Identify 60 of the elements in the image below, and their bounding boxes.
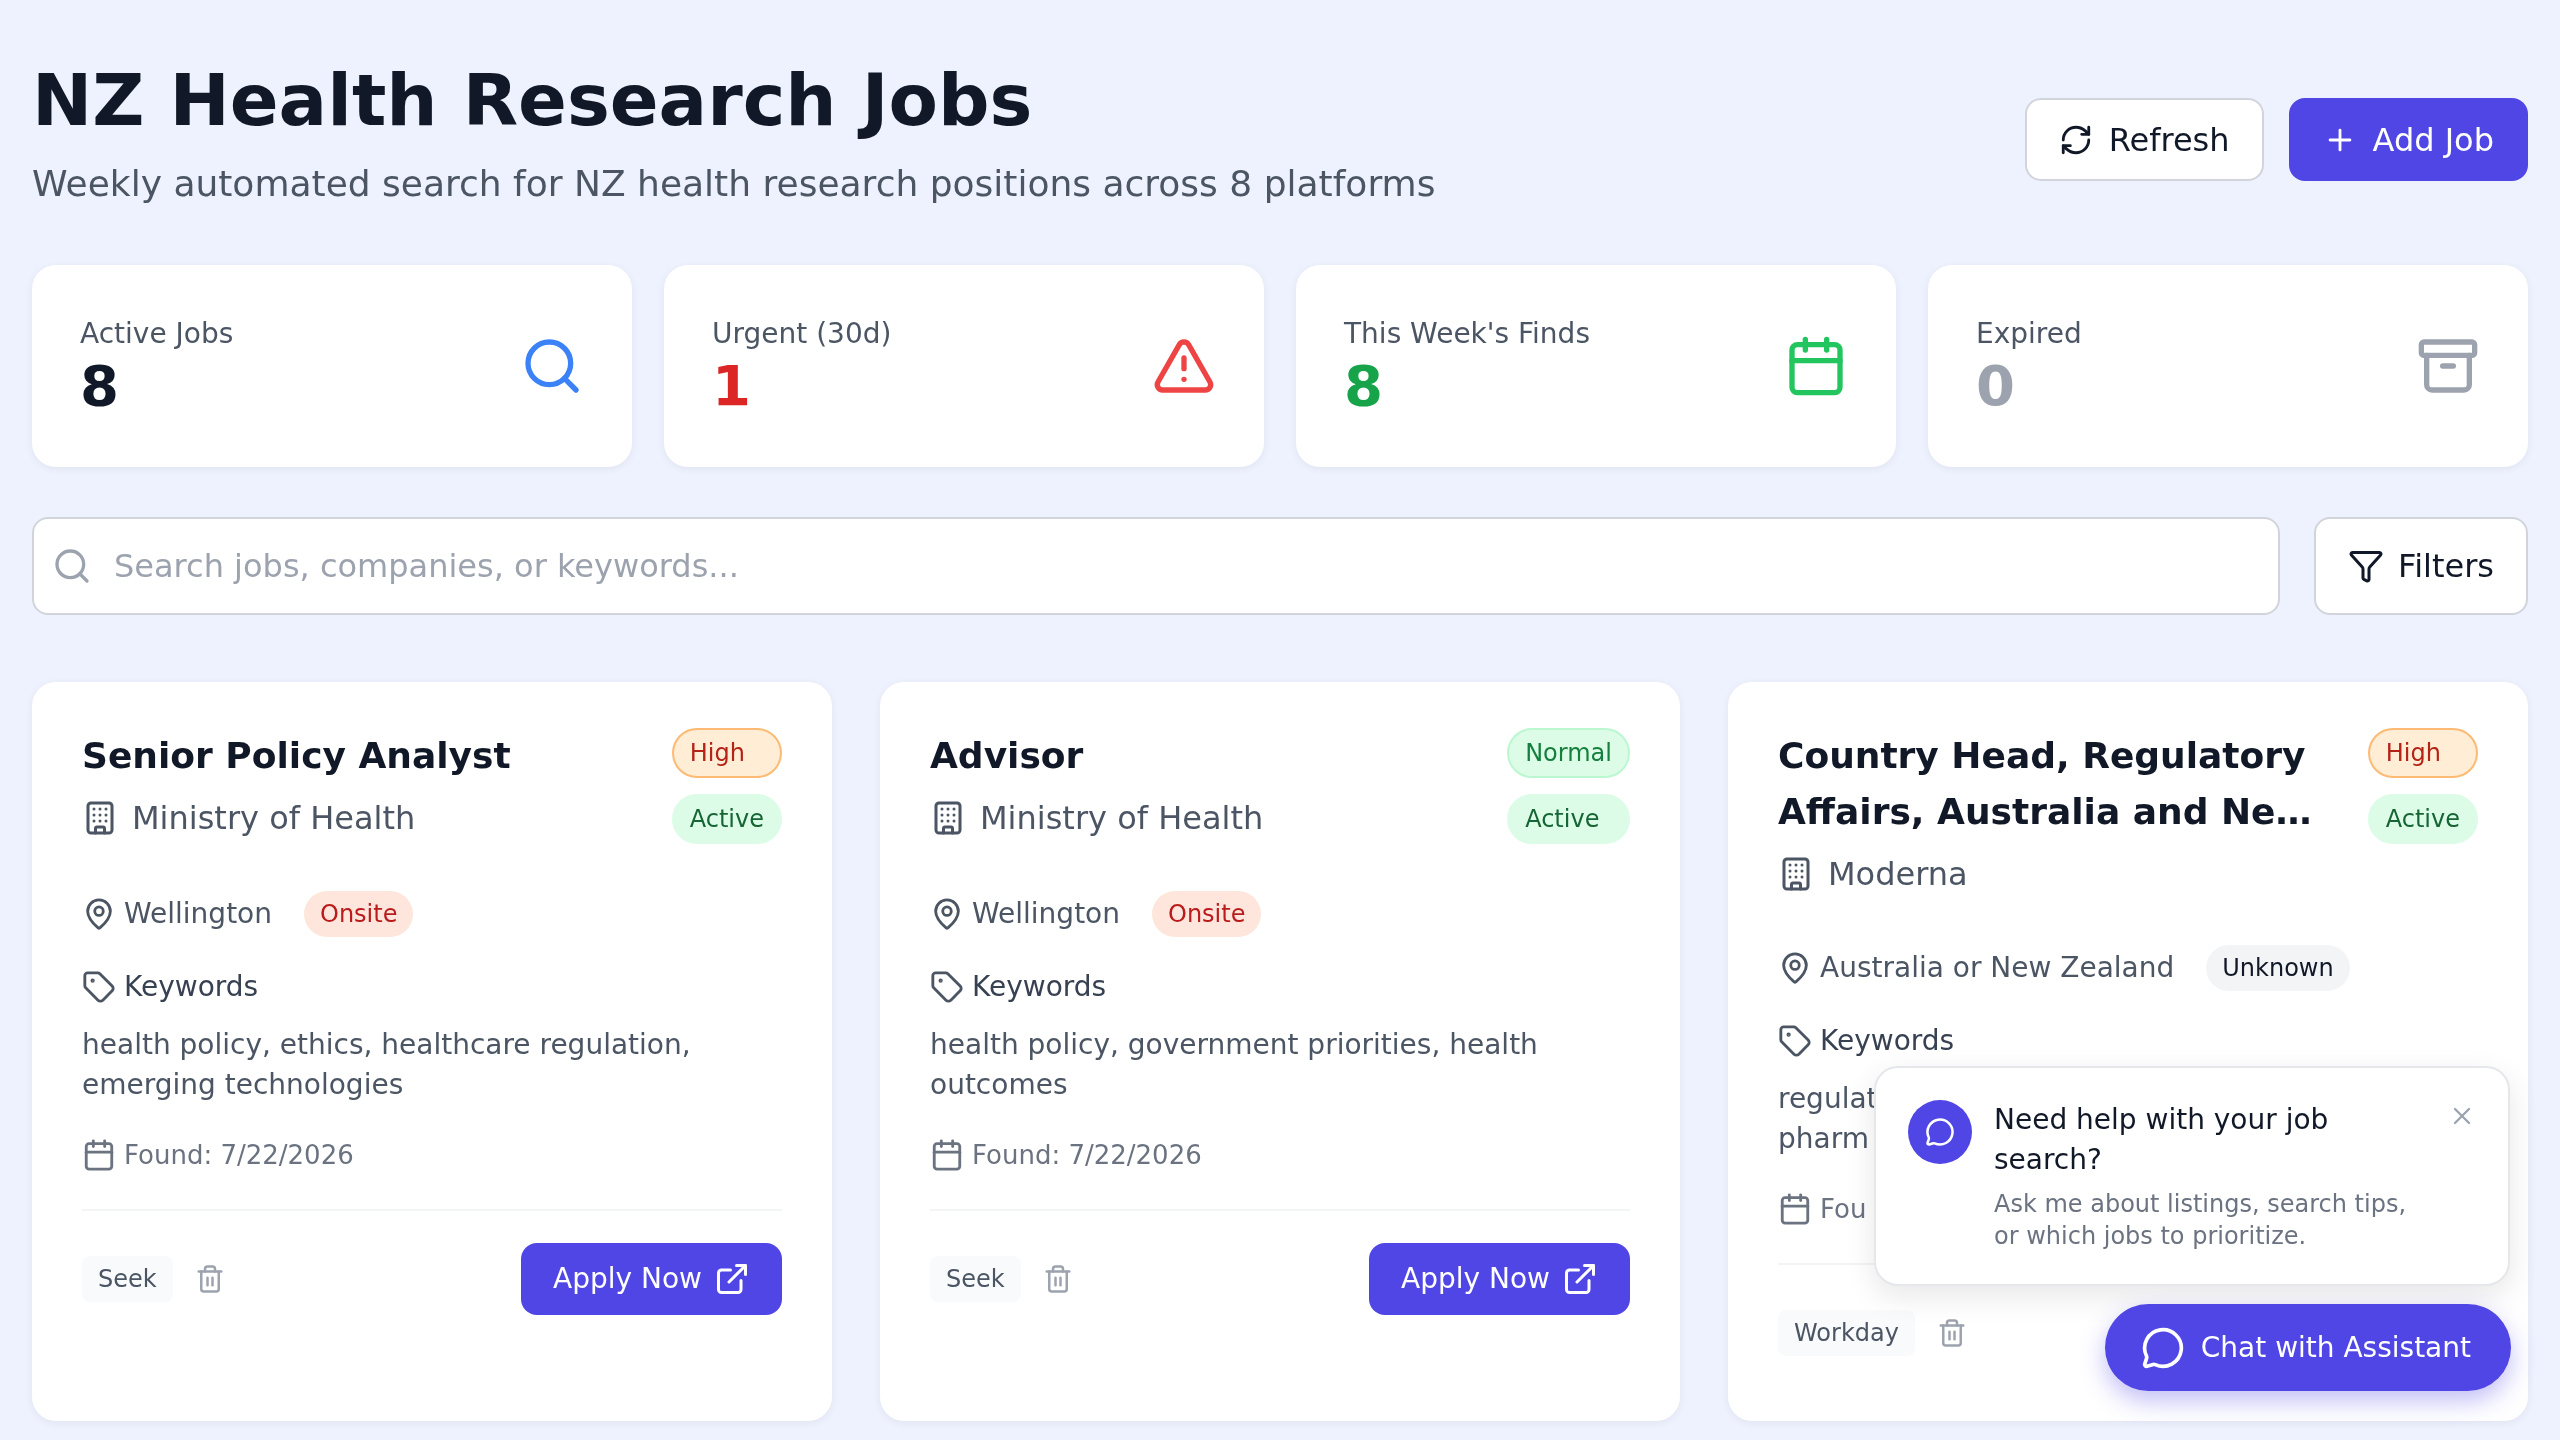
work-mode-badge: Unknown: [2206, 944, 2350, 991]
location-text: Australia or New Zealand: [1820, 949, 2175, 986]
filters-button[interactable]: Filters: [2314, 517, 2528, 615]
page-title: NZ Health Research Jobs: [32, 60, 1034, 140]
stat-label: Expired: [1976, 316, 2082, 352]
page-subtitle: Weekly automated search for NZ health research positions across 8 platforms: [32, 162, 1436, 206]
calendar-icon: [82, 1138, 116, 1172]
status-badge: Active: [2367, 794, 2478, 844]
calendar-icon: [930, 1138, 964, 1172]
status-badge: Active: [671, 794, 782, 844]
popup-text: Ask me about listings, search tips, or which jobs to prioritize.: [1994, 1189, 2408, 1252]
keywords-text: regulat pharm: [1778, 1081, 1878, 1157]
keywords-label: Keywords: [972, 969, 1107, 1005]
location-text: Wellington: [124, 895, 272, 932]
tag-icon: [82, 970, 116, 1004]
stat-value: 8: [1344, 354, 1384, 418]
keywords-text: health policy, government priorities, health outcomes: [930, 1027, 1539, 1103]
stat-label: Urgent (30d): [712, 316, 892, 352]
job-title: Senior Policy Analyst: [82, 734, 512, 778]
company-name: Moderna: [1828, 854, 1968, 895]
stat-label: This Week's Finds: [1344, 316, 1590, 352]
external-link-icon: [714, 1261, 750, 1297]
source-tag: Seek: [82, 1256, 173, 1302]
company-name: Ministry of Health: [980, 798, 1264, 839]
found-date: Found: 7/22/2026: [972, 1139, 1202, 1172]
stat-label: Active Jobs: [80, 316, 234, 352]
stat-value: 8: [80, 354, 120, 418]
external-link-icon: [1562, 1261, 1598, 1297]
keywords-text: health policy, ethics, healthcare regulation, emerging technologies: [82, 1027, 692, 1103]
apply-button[interactable]: Apply Now: [521, 1243, 782, 1315]
filter-icon: [2348, 548, 2385, 584]
refresh-button[interactable]: Refresh: [2024, 98, 2264, 181]
priority-badge: Normal: [1507, 728, 1630, 778]
chat-button[interactable]: Chat with Assistant: [2104, 1304, 2511, 1391]
popup-title: Need help with your job search?: [1994, 1102, 2330, 1178]
calendar-icon: [1778, 1192, 1812, 1226]
tag-icon: [930, 970, 964, 1004]
work-mode-badge: Onsite: [304, 890, 414, 937]
found-date: Found: 7/22/2026: [124, 1139, 354, 1172]
chat-icon: [2140, 1325, 2185, 1370]
job-title: Country Head, Regulatory Affairs, Australia and Ne…: [1778, 734, 2313, 834]
job-title: Advisor: [930, 734, 1085, 778]
keywords-label: Keywords: [124, 969, 259, 1005]
status-badge: Active: [1507, 794, 1630, 844]
stat-value: 1: [712, 354, 752, 418]
apply-button[interactable]: Apply Now: [1369, 1243, 1630, 1315]
found-date: Fou: [1820, 1193, 1867, 1226]
source-tag: Workday: [1778, 1310, 1915, 1356]
search-field[interactable]: Search jobs, companies, or keywords...: [32, 517, 2281, 615]
location-text: Wellington: [972, 895, 1120, 932]
source-tag: Seek: [930, 1256, 1021, 1302]
work-mode-badge: Onsite: [1152, 890, 1262, 937]
keywords-label: Keywords: [1820, 1023, 1955, 1059]
priority-badge: High: [671, 728, 782, 778]
company-name: Ministry of Health: [132, 798, 416, 839]
tag-icon: [1778, 1024, 1812, 1058]
stat-value: 0: [1976, 354, 2016, 418]
add-job-button[interactable]: Add Job: [2288, 98, 2528, 181]
search-icon: [52, 546, 92, 586]
priority-badge: High: [2367, 728, 2478, 778]
